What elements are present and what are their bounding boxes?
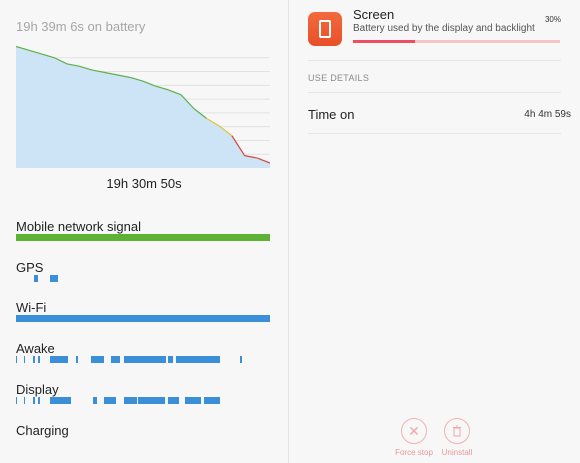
display-segment bbox=[23, 397, 25, 404]
battery-chart-svg bbox=[15, 45, 271, 168]
display-segment bbox=[32, 397, 36, 404]
awake-segment bbox=[37, 356, 41, 363]
awake-track bbox=[16, 356, 270, 363]
awake-segment bbox=[123, 356, 137, 363]
battery-chart bbox=[15, 44, 271, 168]
trash-icon bbox=[444, 418, 470, 444]
awake-segment bbox=[16, 356, 18, 363]
mobile-network-signal-segment bbox=[16, 234, 270, 241]
display-segment bbox=[137, 397, 165, 404]
display-label: Display bbox=[16, 382, 59, 397]
app-detail-panel: Screen Battery used by the display and b… bbox=[289, 0, 580, 463]
awake-segment bbox=[239, 356, 243, 363]
gps-segment bbox=[33, 275, 38, 282]
battery-summary: 19h 39m 6s on battery bbox=[16, 19, 146, 34]
mobile-network-signal-track bbox=[16, 234, 270, 241]
display-segment bbox=[93, 397, 98, 404]
awake-segment bbox=[136, 356, 166, 363]
awake-segment bbox=[75, 356, 79, 363]
display-segment bbox=[103, 397, 117, 404]
wi-fi-label: Wi-Fi bbox=[16, 300, 47, 315]
awake-segment bbox=[184, 356, 221, 363]
chart-area bbox=[16, 46, 270, 168]
app-description: Battery used by the display and backligh… bbox=[353, 23, 535, 34]
display-segment bbox=[168, 397, 179, 404]
gps-segment bbox=[50, 275, 58, 282]
awake-segment bbox=[111, 356, 121, 363]
battery-history-panel: 19h 39m 6s on battery 19h 30m 50s Mobile… bbox=[0, 0, 288, 463]
awake-segment bbox=[176, 356, 185, 363]
divider bbox=[308, 133, 561, 134]
display-track bbox=[16, 397, 270, 404]
uninstall-button[interactable]: Uninstall bbox=[427, 418, 487, 457]
wi-fi-track bbox=[16, 315, 270, 322]
display-segment bbox=[50, 397, 71, 404]
display-segment bbox=[37, 397, 41, 404]
usage-bar-fill bbox=[353, 40, 416, 43]
display-segment bbox=[16, 397, 18, 404]
awake-label: Awake bbox=[16, 341, 55, 356]
time-on-value: 4h 4m 59s bbox=[524, 109, 571, 120]
awake-segment bbox=[32, 356, 36, 363]
uninstall-label: Uninstall bbox=[441, 448, 473, 457]
mobile-network-signal-label: Mobile network signal bbox=[16, 219, 142, 234]
charging-label: Charging bbox=[16, 423, 69, 438]
divider bbox=[308, 92, 561, 93]
usage-bar bbox=[353, 40, 560, 43]
phone-screen-icon bbox=[308, 12, 342, 46]
battery-duration: 19h 30m 50s bbox=[106, 176, 182, 191]
app-percent: 30% bbox=[544, 15, 561, 24]
awake-segment bbox=[168, 356, 174, 363]
gps-label: GPS bbox=[16, 260, 44, 275]
gps-track bbox=[16, 275, 270, 282]
display-segment bbox=[123, 397, 137, 404]
divider bbox=[308, 60, 561, 61]
time-on-label: Time on bbox=[308, 107, 355, 122]
close-icon: ✕ bbox=[401, 418, 427, 444]
use-details-header: USE DETAILS bbox=[308, 73, 370, 83]
charging-track bbox=[16, 438, 270, 445]
awake-segment bbox=[50, 356, 69, 363]
display-segment bbox=[203, 397, 221, 404]
app-name: Screen bbox=[353, 7, 395, 22]
awake-segment bbox=[90, 356, 104, 363]
display-segment bbox=[184, 397, 202, 404]
awake-segment bbox=[23, 356, 25, 363]
wi-fi-segment bbox=[16, 315, 270, 322]
